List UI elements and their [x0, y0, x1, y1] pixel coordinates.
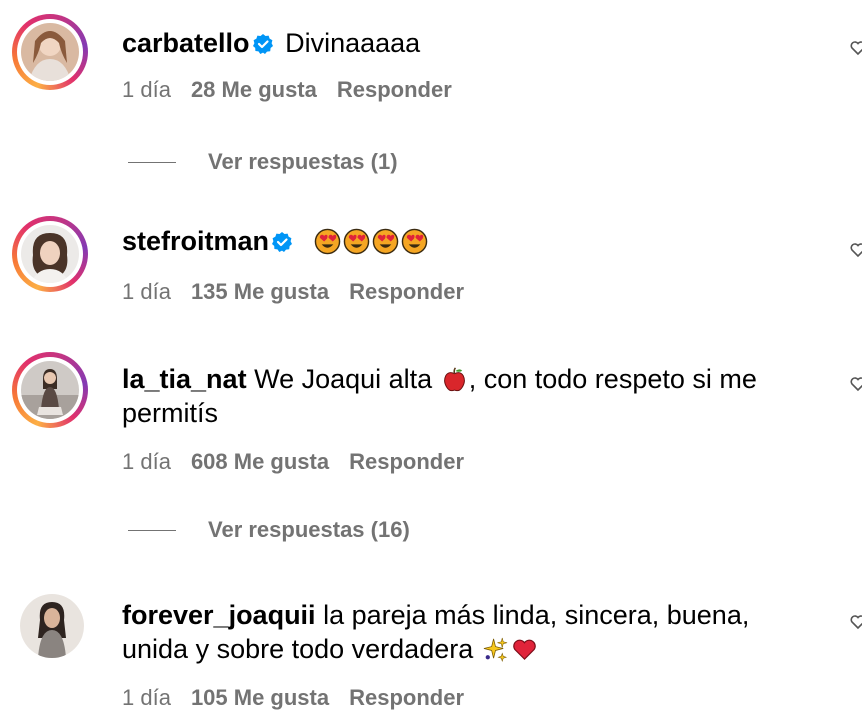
comment-meta: 1 día 105 Me gusta Responder	[122, 684, 484, 712]
comment-likes[interactable]: 28 Me gusta	[191, 77, 317, 102]
heart-eyes-emoji	[400, 226, 429, 256]
comment-likes[interactable]: 135 Me gusta	[191, 279, 329, 304]
comment-meta: 1 día 135 Me gusta Responder	[122, 278, 484, 306]
heart-like-icon[interactable]	[850, 376, 862, 392]
heart-like-icon[interactable]	[850, 40, 862, 56]
replies-divider	[128, 161, 176, 163]
comment-item: stefroitman 1 día 135 Me gusta Responder	[0, 200, 862, 320]
comment-meta: 1 día 28 Me gusta Responder	[122, 76, 472, 104]
replies-divider	[128, 529, 176, 531]
comment-likes[interactable]: 608 Me gusta	[191, 449, 329, 474]
avatar[interactable]	[12, 216, 88, 292]
apple-emoji	[440, 364, 469, 394]
heart-like-icon[interactable]	[850, 242, 862, 258]
reply-button[interactable]: Responder	[337, 77, 452, 102]
comment-time[interactable]: 1 día	[122, 77, 171, 102]
comment-username[interactable]: la_tia_nat	[122, 364, 247, 394]
verified-badge-icon	[272, 232, 293, 252]
comment-likes[interactable]: 105 Me gusta	[191, 685, 329, 710]
reply-button[interactable]: Responder	[349, 279, 464, 304]
comment-meta: 1 día 608 Me gusta Responder	[122, 448, 484, 476]
view-replies-label: Ver respuestas (16)	[208, 517, 410, 542]
red-heart-emoji	[510, 634, 539, 664]
comment-username[interactable]: carbatello	[122, 28, 250, 58]
comment-item: la_tia_nat We Joaqui alta , con todo res…	[0, 340, 862, 570]
comment-item: carbatello Divinaaaaa 1 día 28 Me gusta Re…	[0, 0, 862, 190]
comment-item: forever_joaquii la pareja más linda, sin…	[0, 580, 862, 725]
heart-like-icon[interactable]	[850, 614, 862, 630]
comment-username[interactable]: stefroitman	[122, 226, 269, 256]
comment-time[interactable]: 1 día	[122, 279, 171, 304]
sparkles-emoji	[481, 634, 510, 664]
reply-button[interactable]: Responder	[349, 685, 464, 710]
heart-eyes-emoji	[342, 226, 371, 256]
avatar[interactable]	[12, 14, 88, 90]
reply-button[interactable]: Responder	[349, 449, 464, 474]
avatar[interactable]	[12, 352, 88, 428]
view-replies-label: Ver respuestas (1)	[208, 149, 398, 174]
comment-text: Divinaaaaa	[285, 28, 421, 58]
verified-badge-icon	[252, 34, 273, 54]
comment-text: We Joaqui alta	[254, 364, 433, 394]
comment-time[interactable]: 1 día	[122, 449, 171, 474]
heart-eyes-emoji	[313, 226, 342, 256]
view-replies-button[interactable]: Ver respuestas (16)	[128, 516, 410, 544]
comment-time[interactable]: 1 día	[122, 685, 171, 710]
avatar[interactable]	[20, 594, 84, 658]
comment-username[interactable]: forever_joaquii	[122, 600, 316, 630]
view-replies-button[interactable]: Ver respuestas (1)	[128, 148, 398, 176]
heart-eyes-emoji	[371, 226, 400, 256]
